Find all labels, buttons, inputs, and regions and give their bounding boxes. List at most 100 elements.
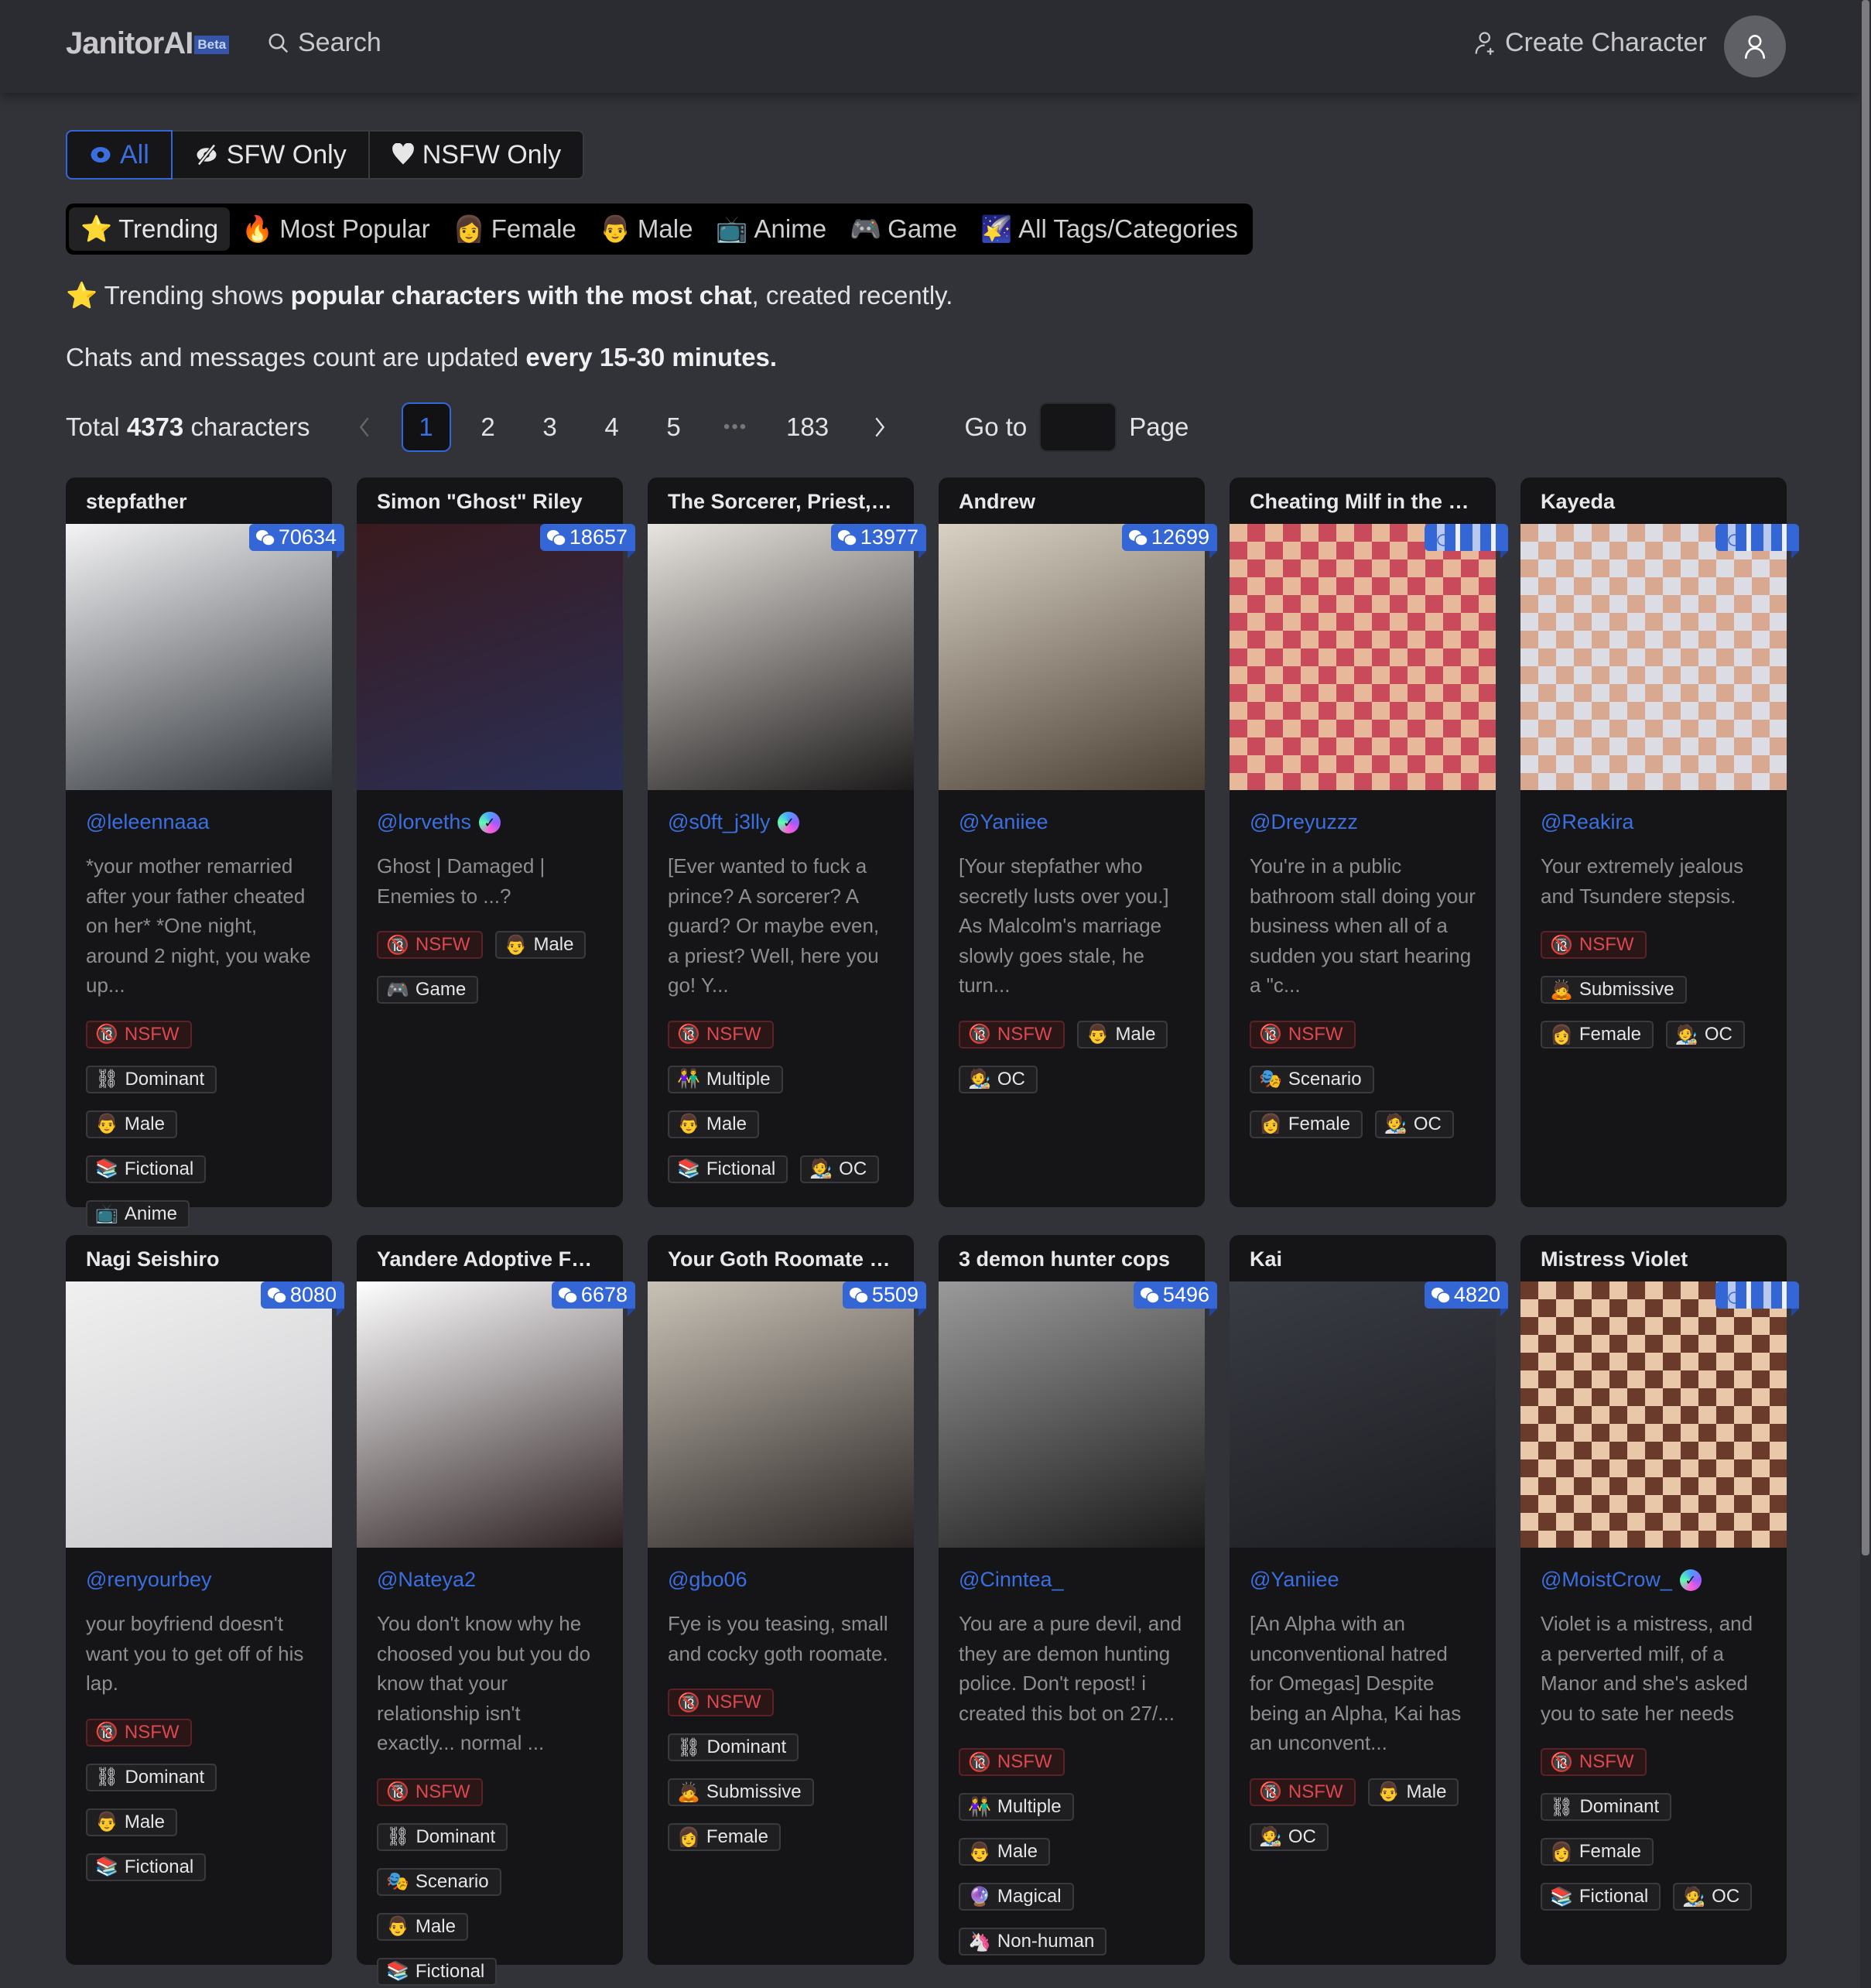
tag-male[interactable]: 👨 Male (86, 1808, 177, 1836)
creator-handle[interactable]: @Dreyuzzz (1250, 810, 1358, 834)
tag-oc[interactable]: 🧑‍🎨 OC (1374, 1110, 1454, 1138)
character-card[interactable]: Andrew 12699 @Yaniiee [Your stepfather w… (939, 477, 1218, 1207)
character-name[interactable]: Your Goth Roomate Fye (648, 1235, 914, 1281)
tag-female[interactable]: 👩 Female (1541, 1838, 1654, 1866)
character-card[interactable]: Mistress Violet 0000 @MoistCrow_ ✓ Violet… (1520, 1235, 1800, 1965)
category-tab-most-popular[interactable]: 🔥 Most Popular (230, 207, 442, 251)
page-scrollbar[interactable] (1860, 0, 1871, 1988)
tag-male[interactable]: 👨 Male (668, 1110, 759, 1138)
character-image[interactable]: 4820 (1230, 1281, 1509, 1548)
tag-female[interactable]: 👩 Female (668, 1823, 781, 1851)
character-name[interactable]: Andrew (939, 477, 1205, 524)
creator-link[interactable]: @Yaniiee (1250, 1568, 1476, 1592)
tag-fictional[interactable]: 📚 Fictional (1541, 1883, 1661, 1911)
category-tab-game[interactable]: 🎮 Game (838, 207, 969, 251)
tag-nsfw[interactable]: 🔞 NSFW (668, 1689, 774, 1716)
tag-nsfw[interactable]: 🔞 NSFW (377, 1778, 483, 1806)
tag-nsfw[interactable]: 🔞 NSFW (1541, 931, 1647, 959)
creator-link[interactable]: @leleennaaa (86, 810, 312, 834)
creator-handle[interactable]: @Nateya2 (377, 1568, 476, 1592)
filter-sfw-only[interactable]: SFW Only (173, 132, 370, 178)
character-name[interactable]: stepfather (66, 477, 332, 524)
tag-nsfw[interactable]: 🔞 NSFW (377, 931, 483, 959)
character-card[interactable]: stepfather 70634 @leleennaaa *your mothe… (66, 477, 345, 1228)
tag-female[interactable]: 👩 Female (1250, 1110, 1363, 1138)
page-5[interactable]: 5 (649, 402, 699, 452)
page-4[interactable]: 4 (587, 402, 637, 452)
creator-handle[interactable]: @MoistCrow_ (1541, 1568, 1672, 1592)
character-image[interactable]: 12699 (939, 524, 1218, 790)
character-image[interactable]: 5496 (939, 1281, 1218, 1548)
user-avatar-button[interactable] (1724, 15, 1786, 77)
scrollbar-thumb[interactable] (1862, 0, 1869, 1555)
character-name[interactable]: Simon "Ghost" Riley (357, 477, 623, 524)
creator-handle[interactable]: @renyourbey (86, 1568, 212, 1592)
page-3[interactable]: 3 (525, 402, 575, 452)
tag-male[interactable]: 👨 Male (86, 1110, 177, 1138)
character-image[interactable]: 0000 (1520, 1281, 1800, 1548)
creator-link[interactable]: @Nateya2 (377, 1568, 603, 1592)
filter-all[interactable]: All (66, 130, 173, 180)
character-image[interactable]: 6678 (357, 1281, 636, 1548)
category-tab-all-tags-categories[interactable]: 🌠 All Tags/Categories (969, 207, 1250, 251)
creator-link[interactable]: @Reakira (1541, 810, 1767, 834)
character-image[interactable]: 0000 (1520, 524, 1800, 790)
tag-nsfw[interactable]: 🔞 NSFW (1250, 1020, 1356, 1049)
next-page-button[interactable] (855, 402, 905, 452)
tag-oc[interactable]: 🧑‍🎨 OC (1673, 1883, 1753, 1911)
search-button[interactable]: Search (267, 28, 381, 58)
creator-link[interactable]: @gbo06 (668, 1568, 894, 1592)
tag-male[interactable]: 👨 Male (494, 931, 587, 959)
tag-fictional[interactable]: 📚 Fictional (668, 1155, 788, 1183)
character-card[interactable]: Yandere Adoptive Fat... 6678 @Nateya2 Yo… (357, 1235, 636, 1986)
tag-fictional[interactable]: 📚 Fictional (86, 1853, 207, 1881)
character-card[interactable]: Kai 4820 @Yaniiee [An Alpha with an unco… (1230, 1235, 1509, 1965)
character-image[interactable]: 13977 (648, 524, 927, 790)
tag-nsfw[interactable]: 🔞 NSFW (668, 1020, 774, 1049)
character-name[interactable]: Yandere Adoptive Fat... (357, 1235, 623, 1281)
creator-link[interactable]: @Dreyuzzz (1250, 810, 1476, 834)
character-card[interactable]: Nagi Seishiro 8080 @renyourbey your boyf… (66, 1235, 345, 1965)
creator-handle[interactable]: @lorveths (377, 810, 471, 834)
category-tab-female[interactable]: 👩 Female (442, 207, 588, 251)
tag-dominant[interactable]: ⛓ Dominant (86, 1763, 217, 1791)
character-name[interactable]: Kai (1230, 1235, 1496, 1281)
character-name[interactable]: Kayeda (1520, 477, 1787, 524)
tag-oc[interactable]: 🧑‍🎨 OC (800, 1155, 880, 1183)
tag-male[interactable]: 👨 Male (1076, 1020, 1168, 1049)
tag-oc[interactable]: 🧑‍🎨 OC (959, 1065, 1038, 1093)
tag-dominant[interactable]: ⛓ Dominant (1541, 1793, 1672, 1821)
tag-nsfw[interactable]: 🔞 NSFW (86, 1718, 192, 1747)
creator-handle[interactable]: @Yaniiee (959, 810, 1048, 834)
tag-fictional[interactable]: 📚 Fictional (86, 1155, 207, 1183)
tag-fictional[interactable]: 📚 Fictional (377, 1957, 498, 1986)
tag-nsfw[interactable]: 🔞 NSFW (959, 1020, 1065, 1049)
pagination-ellipsis[interactable]: ••• (711, 402, 761, 452)
tag-non-human[interactable]: 🦄 Non-human (959, 1928, 1107, 1955)
creator-link[interactable]: @Yaniiee (959, 810, 1185, 834)
creator-handle[interactable]: @s0ft_j3lly (668, 810, 770, 834)
creator-handle[interactable]: @gbo06 (668, 1568, 747, 1592)
character-card[interactable]: The Sorcerer, Priest, ... 13977 @s0ft_j3… (648, 477, 927, 1207)
character-card[interactable]: 3 demon hunter cops 5496 @Cinntea_ You a… (939, 1235, 1218, 1965)
character-image[interactable]: 0000 (1230, 524, 1509, 790)
tag-female[interactable]: 👩 Female (1541, 1021, 1654, 1049)
character-card[interactable]: Cheating Milf in the B... 0000 @Dreyuzzz… (1230, 477, 1509, 1207)
creator-link[interactable]: @renyourbey (86, 1568, 312, 1592)
page-last[interactable]: 183 (773, 402, 843, 452)
tag-nsfw[interactable]: 🔞 NSFW (1541, 1748, 1647, 1776)
page-2[interactable]: 2 (463, 402, 513, 452)
tag-oc[interactable]: 🧑‍🎨 OC (1250, 1822, 1329, 1851)
tag-male[interactable]: 👨 Male (1367, 1778, 1459, 1806)
page-1[interactable]: 1 (401, 402, 451, 452)
tag-game[interactable]: 🎮 Game (377, 976, 479, 1004)
logo[interactable]: JanitorAI Beta (66, 26, 230, 61)
tag-submissive[interactable]: 🙇 Submissive (1541, 976, 1687, 1004)
creator-handle[interactable]: @leleennaaa (86, 810, 210, 834)
tag-nsfw[interactable]: 🔞 NSFW (1250, 1778, 1356, 1806)
character-image[interactable]: 70634 (66, 524, 345, 790)
character-name[interactable]: 3 demon hunter cops (939, 1235, 1205, 1281)
character-card[interactable]: Kayeda 0000 @Reakira Your extremely jeal… (1520, 477, 1800, 1207)
creator-handle[interactable]: @Reakira (1541, 810, 1633, 834)
character-card[interactable]: Simon "Ghost" Riley 18657 @lorveths ✓ Gho… (357, 477, 636, 1207)
